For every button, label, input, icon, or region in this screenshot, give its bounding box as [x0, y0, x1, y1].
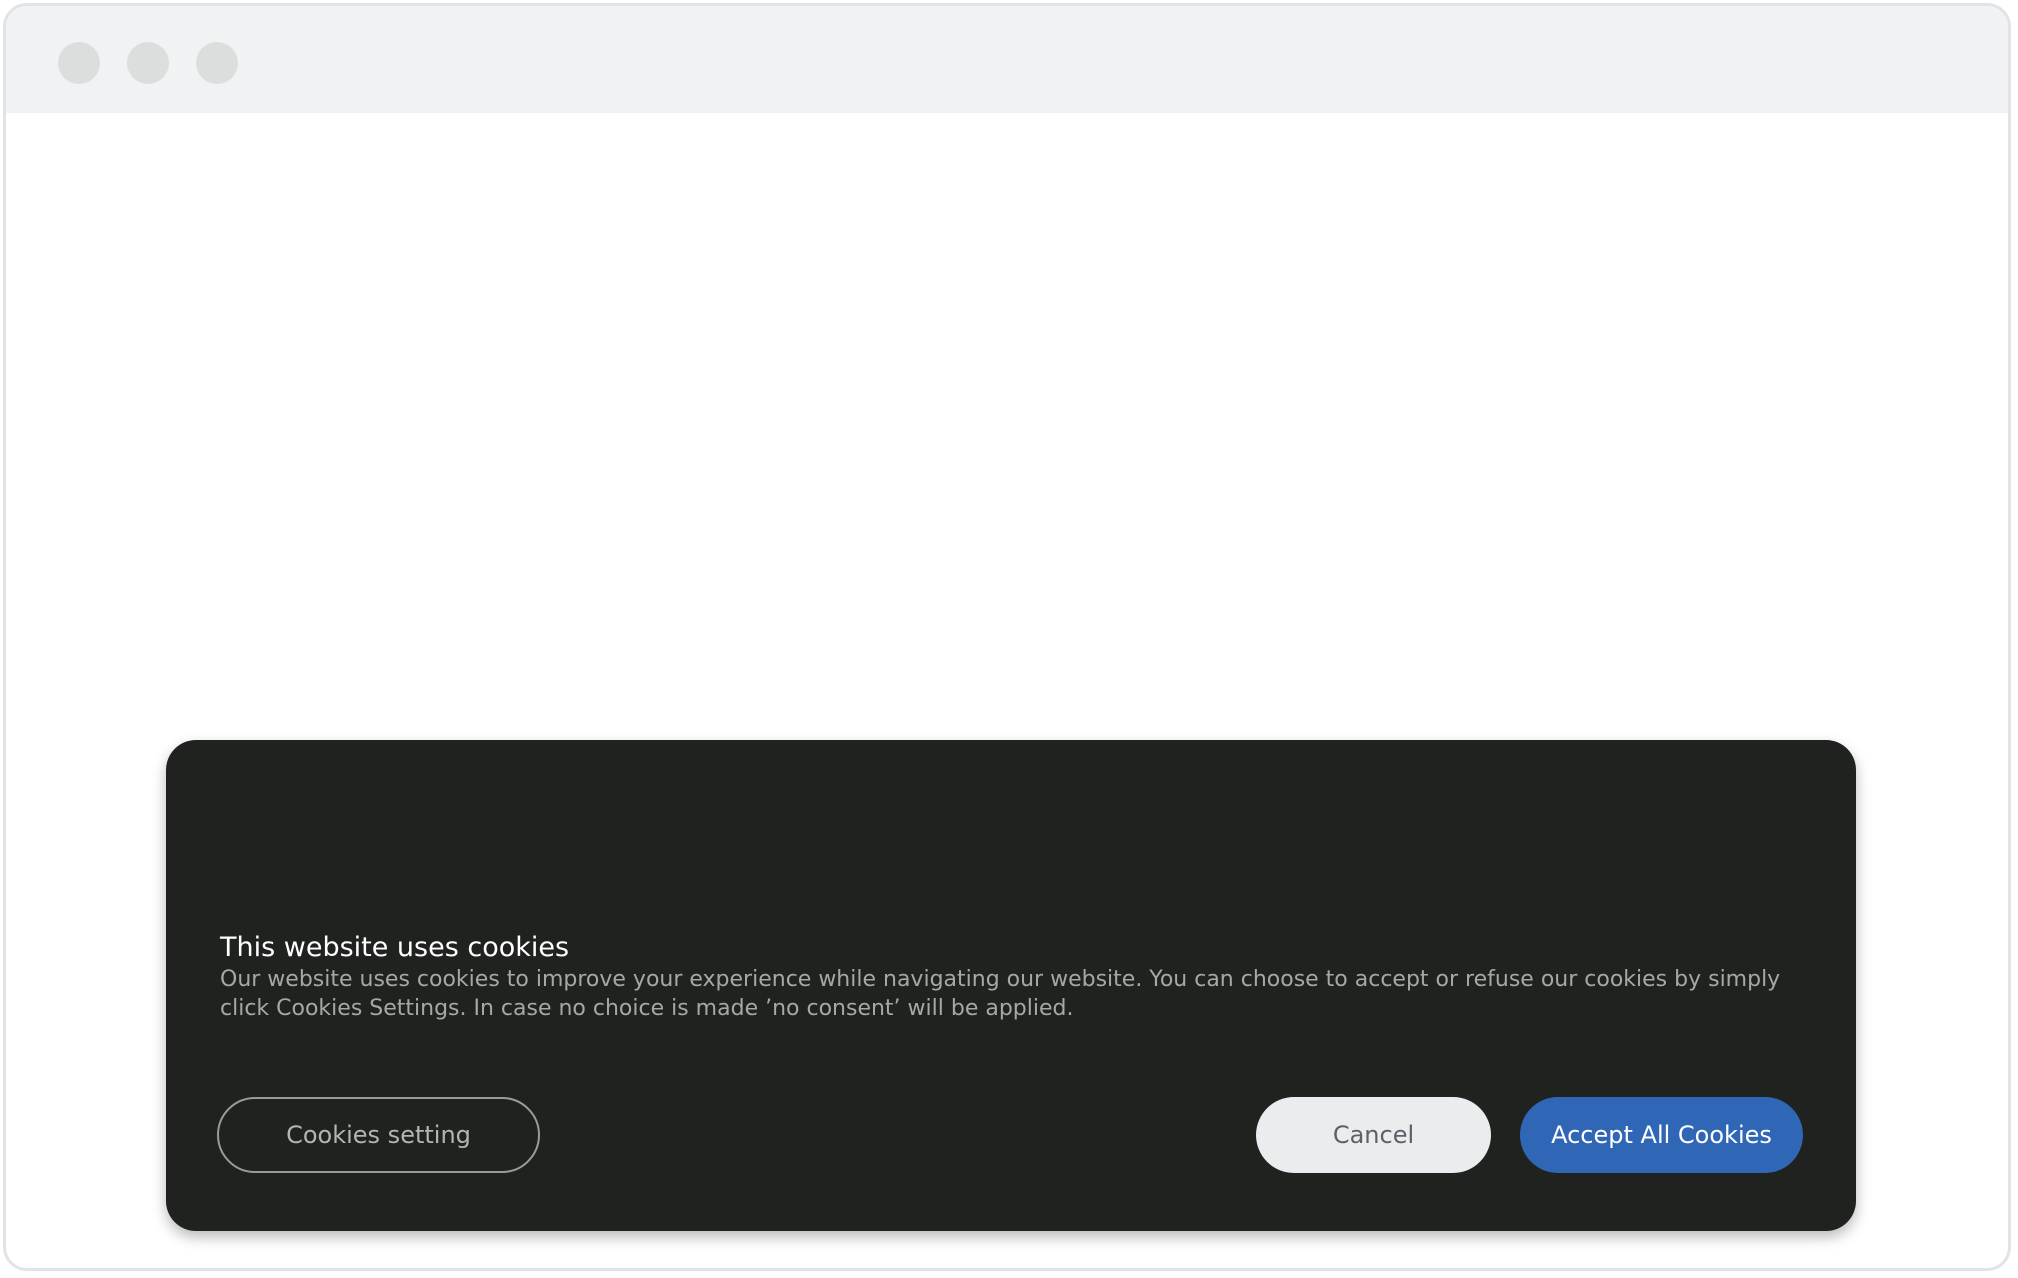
cookie-banner-description: Our website uses cookies to improve your…: [220, 967, 1781, 1021]
minimize-window-dot[interactable]: [127, 42, 169, 84]
cookie-consent-banner: This website uses cookies Our website us…: [166, 740, 1856, 1231]
cookie-banner-title: This website uses cookies: [220, 932, 570, 963]
maximize-window-dot[interactable]: [196, 42, 238, 84]
window-titlebar: [6, 6, 2008, 113]
cancel-button[interactable]: Cancel: [1256, 1097, 1491, 1173]
cookies-setting-button[interactable]: Cookies setting: [217, 1097, 540, 1173]
accept-all-cookies-button[interactable]: Accept All Cookies: [1520, 1097, 1803, 1173]
close-window-dot[interactable]: [58, 42, 100, 84]
